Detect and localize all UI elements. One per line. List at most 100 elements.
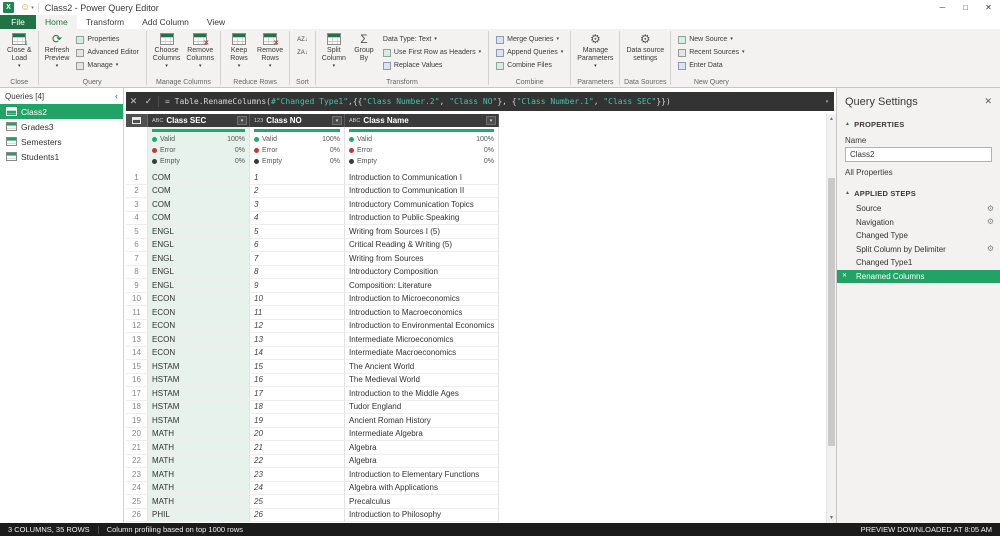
row-number[interactable]: 12 <box>126 319 148 333</box>
cell-class-no[interactable]: 10 <box>250 292 345 306</box>
cell-class-sec[interactable]: HSTAM <box>148 387 250 401</box>
data-type-button[interactable]: Data Type: Text <box>379 33 485 46</box>
cell-class-no[interactable]: 20 <box>250 427 345 441</box>
cell-class-name[interactable]: Writing from Sources I (5) <box>345 225 499 239</box>
refresh-preview-button[interactable]: Refresh Preview <box>42 31 73 69</box>
cell-class-no[interactable]: 25 <box>250 495 345 509</box>
close-and-load-button[interactable]: Close & Load <box>4 31 35 69</box>
query-name-input[interactable] <box>845 147 992 162</box>
cell-class-name[interactable]: Introduction to the Middle Ages <box>345 387 499 401</box>
close-button[interactable]: ✕ <box>977 0 1000 15</box>
row-number[interactable]: 3 <box>126 198 148 212</box>
cell-class-no[interactable]: 2 <box>250 184 345 198</box>
cell-class-name[interactable]: Critical Reading & Writing (5) <box>345 238 499 252</box>
table-row[interactable]: 8 ENGL 8 Introductory Composition <box>126 265 825 279</box>
table-row[interactable]: 4 COM 4 Introduction to Public Speaking <box>126 211 825 225</box>
row-number[interactable]: 1 <box>126 171 148 185</box>
feedback-smiley-icon[interactable] <box>17 3 37 13</box>
table-row[interactable]: 24 MATH 24 Algebra with Applications <box>126 481 825 495</box>
applied-step[interactable]: Renamed Columns <box>837 269 1000 283</box>
cell-class-name[interactable]: Introductory Communication Topics <box>345 198 499 212</box>
cell-class-sec[interactable]: MATH <box>148 441 250 455</box>
table-row[interactable]: 7 ENGL 7 Writing from Sources <box>126 252 825 266</box>
scroll-down-button[interactable] <box>827 513 836 523</box>
cell-class-sec[interactable]: ENGL <box>148 238 250 252</box>
cell-class-name[interactable]: Introduction to Communication II <box>345 184 499 198</box>
cell-class-name[interactable]: Introduction to Public Speaking <box>345 211 499 225</box>
row-number[interactable]: 23 <box>126 468 148 482</box>
applied-step[interactable]: Split Column by Delimiter <box>837 243 1000 257</box>
cell-class-name[interactable]: Writing from Sources <box>345 252 499 266</box>
cell-class-sec[interactable]: MATH <box>148 454 250 468</box>
cell-class-name[interactable]: Precalculus <box>345 495 499 509</box>
row-number[interactable]: 8 <box>126 265 148 279</box>
cell-class-no[interactable]: 1 <box>250 171 345 185</box>
column-header-class-name[interactable]: ABC Class Name <box>345 114 499 127</box>
row-number[interactable]: 22 <box>126 454 148 468</box>
sort-ascending-button[interactable] <box>293 33 312 46</box>
cell-class-name[interactable]: Algebra <box>345 441 499 455</box>
replace-values-button[interactable]: Replace Values <box>379 59 485 72</box>
combine-files-button[interactable]: Combine Files <box>492 59 567 72</box>
column-header-class-no[interactable]: 123 Class NO <box>250 114 345 127</box>
applied-step[interactable]: Source <box>837 202 1000 216</box>
applied-step[interactable]: Changed Type1 <box>837 256 1000 270</box>
gear-icon[interactable] <box>987 245 994 253</box>
formula-cancel-button[interactable] <box>126 96 141 107</box>
cell-class-sec[interactable]: HSTAM <box>148 400 250 414</box>
table-row[interactable]: 5 ENGL 5 Writing from Sources I (5) <box>126 225 825 239</box>
table-row[interactable]: 9 ENGL 9 Composition: Literature <box>126 279 825 293</box>
tab-add-column[interactable]: Add Column <box>133 15 198 29</box>
applied-step[interactable]: Navigation <box>837 216 1000 230</box>
keep-rows-button[interactable]: Keep Rows <box>224 31 254 69</box>
manage-parameters-button[interactable]: Manage Parameters <box>574 31 616 69</box>
cell-class-no[interactable]: 8 <box>250 265 345 279</box>
cell-class-no[interactable]: 18 <box>250 400 345 414</box>
tab-transform[interactable]: Transform <box>77 15 133 29</box>
table-row[interactable]: 15 HSTAM 15 The Ancient World <box>126 360 825 374</box>
advanced-editor-button[interactable]: Advanced Editor <box>72 46 142 59</box>
cell-class-sec[interactable]: COM <box>148 211 250 225</box>
cell-class-no[interactable]: 12 <box>250 319 345 333</box>
cell-class-no[interactable]: 14 <box>250 346 345 360</box>
tab-home[interactable]: Home <box>36 15 77 29</box>
cell-class-name[interactable]: The Ancient World <box>345 360 499 374</box>
cell-class-no[interactable]: 22 <box>250 454 345 468</box>
table-row[interactable]: 20 MATH 20 Intermediate Algebra <box>126 427 825 441</box>
table-row[interactable]: 21 MATH 21 Algebra <box>126 441 825 455</box>
cell-class-sec[interactable]: HSTAM <box>148 414 250 428</box>
all-properties-link[interactable]: All Properties <box>837 162 1000 185</box>
table-row[interactable]: 18 HSTAM 18 Tudor England <box>126 400 825 414</box>
cell-class-sec[interactable]: PHIL <box>148 508 250 522</box>
delete-step-icon[interactable] <box>842 273 847 279</box>
cell-class-name[interactable]: Introduction to Macroeconomics <box>345 306 499 320</box>
table-row[interactable]: 19 HSTAM 19 Ancient Roman History <box>126 414 825 428</box>
cell-class-sec[interactable]: HSTAM <box>148 360 250 374</box>
vertical-scrollbar[interactable] <box>826 114 836 523</box>
row-number[interactable]: 13 <box>126 333 148 347</box>
cell-class-name[interactable]: Intermediate Microeconomics <box>345 333 499 347</box>
formula-expand-icon[interactable] <box>820 99 834 105</box>
filter-dropdown-icon[interactable] <box>486 116 496 125</box>
cell-class-sec[interactable]: ECON <box>148 333 250 347</box>
tab-file[interactable]: File <box>0 15 36 29</box>
cell-class-no[interactable]: 3 <box>250 198 345 212</box>
row-number[interactable]: 20 <box>126 427 148 441</box>
table-row[interactable]: 3 COM 3 Introductory Communication Topic… <box>126 198 825 212</box>
cell-class-sec[interactable]: ENGL <box>148 252 250 266</box>
recent-sources-button[interactable]: Recent Sources <box>674 46 748 59</box>
row-number[interactable]: 18 <box>126 400 148 414</box>
append-queries-button[interactable]: Append Queries <box>492 46 567 59</box>
column-header-class-sec[interactable]: ABC Class SEC <box>148 114 250 127</box>
cell-class-no[interactable]: 13 <box>250 333 345 347</box>
cell-class-no[interactable]: 26 <box>250 508 345 522</box>
gear-icon[interactable] <box>987 218 994 226</box>
row-number[interactable]: 9 <box>126 279 148 293</box>
row-number[interactable]: 17 <box>126 387 148 401</box>
row-number[interactable]: 7 <box>126 252 148 266</box>
scrollbar-thumb[interactable] <box>828 178 835 446</box>
maximize-button[interactable]: □ <box>954 0 977 15</box>
cell-class-name[interactable]: Composition: Literature <box>345 279 499 293</box>
cell-class-sec[interactable]: COM <box>148 171 250 185</box>
gear-icon[interactable] <box>987 205 994 213</box>
